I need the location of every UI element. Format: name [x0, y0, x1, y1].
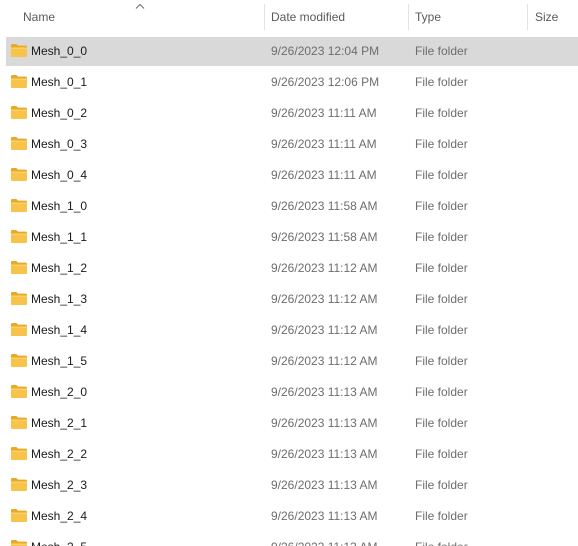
file-type: File folder — [415, 354, 468, 368]
file-type: File folder — [415, 509, 468, 523]
column-header-size-label: Size — [535, 10, 559, 24]
file-name: Mesh_2_2 — [31, 447, 88, 461]
file-type: File folder — [415, 168, 468, 182]
folder-icon — [11, 323, 27, 336]
file-date-modified: 9/26/2023 11:13 AM — [271, 447, 378, 461]
file-row[interactable]: Mesh_0_1 9/26/2023 12:06 PM File folder — [6, 68, 578, 97]
file-row[interactable]: Mesh_2_4 9/26/2023 11:13 AM File folder — [6, 502, 578, 531]
file-type: File folder — [415, 106, 468, 120]
file-type: File folder — [415, 416, 468, 430]
file-name: Mesh_1_5 — [31, 354, 88, 368]
file-date-modified: 9/26/2023 11:11 AM — [271, 137, 377, 151]
file-type: File folder — [415, 478, 468, 492]
file-name: Mesh_0_4 — [31, 168, 88, 182]
column-header-size[interactable]: Size — [528, 0, 578, 34]
file-type: File folder — [415, 292, 468, 306]
file-row[interactable]: Mesh_0_3 9/26/2023 11:11 AM File folder — [6, 130, 578, 159]
file-date-modified: 9/26/2023 12:04 PM — [271, 44, 380, 58]
file-date-modified: 9/26/2023 11:58 AM — [271, 199, 378, 213]
file-row[interactable]: Mesh_2_3 9/26/2023 11:13 AM File folder — [6, 471, 578, 500]
folder-icon — [11, 447, 27, 460]
file-row[interactable]: Mesh_1_0 9/26/2023 11:58 AM File folder — [6, 192, 578, 221]
file-name: Mesh_2_4 — [31, 509, 88, 523]
file-name: Mesh_0_1 — [31, 75, 88, 89]
folder-icon — [11, 106, 27, 119]
file-date-modified: 9/26/2023 11:58 AM — [271, 230, 378, 244]
file-explorer-details-view: Name Date modified Type Size Mesh_0_0 9/2… — [0, 0, 578, 546]
column-header-type-label: Type — [415, 10, 442, 24]
file-row[interactable]: Mesh_0_2 9/26/2023 11:11 AM File folder — [6, 99, 578, 128]
file-date-modified: 9/26/2023 11:12 AM — [271, 323, 378, 337]
folder-icon — [11, 230, 27, 243]
file-date-modified: 9/26/2023 11:13 AM — [271, 416, 378, 430]
file-name: Mesh_0_3 — [31, 137, 88, 151]
file-row[interactable]: Mesh_1_3 9/26/2023 11:12 AM File folder — [6, 285, 578, 314]
file-row[interactable]: Mesh_2_0 9/26/2023 11:13 AM File folder — [6, 378, 578, 407]
file-type: File folder — [415, 323, 468, 337]
folder-icon — [11, 44, 27, 57]
file-date-modified: 9/26/2023 11:12 AM — [271, 292, 378, 306]
file-row[interactable]: Mesh_1_4 9/26/2023 11:12 AM File folder — [6, 316, 578, 345]
file-type: File folder — [415, 137, 468, 151]
folder-icon — [11, 137, 27, 150]
file-name: Mesh_1_2 — [31, 261, 88, 275]
file-row[interactable]: Mesh_2_2 9/26/2023 11:13 AM File folder — [6, 440, 578, 469]
file-date-modified: 9/26/2023 11:12 AM — [271, 261, 378, 275]
folder-icon — [11, 509, 27, 522]
file-row[interactable]: Mesh_1_5 9/26/2023 11:12 AM File folder — [6, 347, 578, 376]
folder-icon — [11, 168, 27, 181]
file-name: Mesh_1_3 — [31, 292, 88, 306]
file-date-modified: 9/26/2023 12:06 PM — [271, 75, 380, 89]
column-header-type[interactable]: Type — [409, 0, 527, 34]
folder-icon — [11, 478, 27, 491]
file-name: Mesh_1_1 — [31, 230, 88, 244]
file-name: Mesh_2_3 — [31, 478, 88, 492]
column-header-bar: Name Date modified Type Size — [0, 0, 578, 34]
file-type: File folder — [415, 447, 468, 461]
folder-icon — [11, 261, 27, 274]
file-date-modified: 9/26/2023 11:13 AM — [271, 385, 378, 399]
file-type: File folder — [415, 533, 468, 546]
file-name: Mesh_0_2 — [31, 106, 88, 120]
folder-icon — [11, 540, 27, 546]
file-row[interactable]: Mesh_2_5 9/26/2023 11:13 AM File folder — [6, 533, 578, 546]
column-header-name[interactable]: Name — [0, 0, 264, 34]
file-name: Mesh_2_0 — [31, 385, 88, 399]
file-name: Mesh_2_1 — [31, 416, 88, 430]
file-type: File folder — [415, 199, 468, 213]
file-name: Mesh_1_4 — [31, 323, 88, 337]
file-date-modified: 9/26/2023 11:11 AM — [271, 106, 377, 120]
file-date-modified: 9/26/2023 11:13 AM — [271, 533, 378, 546]
file-row[interactable]: Mesh_0_0 9/26/2023 12:04 PM File folder — [6, 37, 578, 66]
folder-icon — [11, 75, 27, 88]
file-date-modified: 9/26/2023 11:12 AM — [271, 354, 378, 368]
file-date-modified: 9/26/2023 11:11 AM — [271, 168, 377, 182]
folder-icon — [11, 354, 27, 367]
file-name: Mesh_0_0 — [31, 44, 88, 58]
column-header-date-modified-label: Date modified — [271, 10, 346, 24]
file-row[interactable]: Mesh_0_4 9/26/2023 11:11 AM File folder — [6, 161, 578, 190]
file-row[interactable]: Mesh_1_1 9/26/2023 11:58 AM File folder — [6, 223, 578, 252]
file-name: Mesh_1_0 — [31, 199, 88, 213]
chevron-up-icon — [135, 3, 145, 9]
column-header-date-modified[interactable]: Date modified — [265, 0, 408, 34]
file-date-modified: 9/26/2023 11:13 AM — [271, 478, 378, 492]
file-row[interactable]: Mesh_2_1 9/26/2023 11:13 AM File folder — [6, 409, 578, 438]
file-date-modified: 9/26/2023 11:13 AM — [271, 509, 378, 523]
file-type: File folder — [415, 385, 468, 399]
file-name: Mesh_2_5 — [31, 533, 87, 546]
file-type: File folder — [415, 44, 468, 58]
file-type: File folder — [415, 261, 468, 275]
file-type: File folder — [415, 75, 468, 89]
file-row[interactable]: Mesh_1_2 9/26/2023 11:12 AM File folder — [6, 254, 578, 283]
folder-icon — [11, 385, 27, 398]
folder-icon — [11, 292, 27, 305]
folder-icon — [11, 199, 27, 212]
folder-icon — [11, 416, 27, 429]
file-type: File folder — [415, 230, 468, 244]
column-header-name-label: Name — [23, 10, 56, 24]
